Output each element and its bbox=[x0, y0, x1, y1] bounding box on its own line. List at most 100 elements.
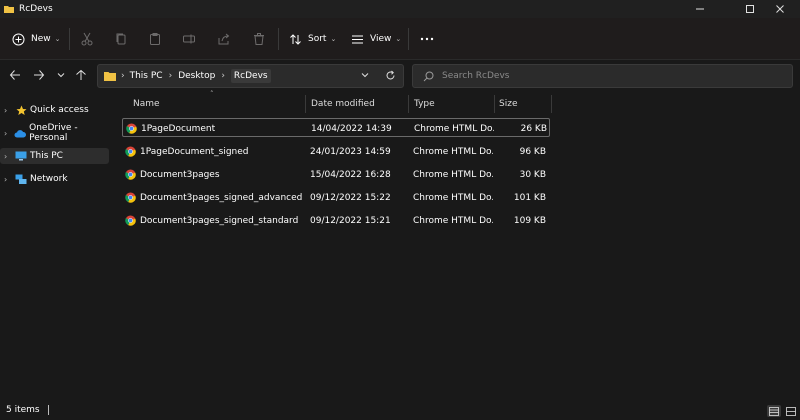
address-dropdown-button[interactable] bbox=[360, 70, 370, 80]
sidebar-item-quick-access[interactable]: › Quick access bbox=[0, 102, 109, 118]
address-bar[interactable]: › This PC › Desktop › RcDevs bbox=[97, 64, 404, 88]
search-icon bbox=[423, 71, 434, 81]
recent-locations-button[interactable] bbox=[52, 66, 70, 84]
file-date: 24/01/2023 14:59 bbox=[310, 146, 391, 157]
computer-icon bbox=[15, 150, 27, 162]
sidebar-item-onedrive[interactable]: › OneDrive - Personal bbox=[0, 123, 109, 143]
file-date: 09/12/2022 15:21 bbox=[310, 215, 391, 226]
chevron-down-icon: ⌄ bbox=[330, 35, 337, 43]
status-bar: 5 items bbox=[0, 400, 800, 420]
star-icon bbox=[15, 104, 27, 116]
file-row[interactable]: Document3pages_signed_standard 09/12/202… bbox=[122, 211, 550, 230]
file-type: Chrome HTML Do... bbox=[413, 215, 493, 226]
column-divider[interactable] bbox=[305, 95, 306, 113]
cloud-icon bbox=[14, 127, 27, 139]
trash-icon bbox=[254, 33, 264, 45]
plus-circle-icon bbox=[12, 33, 25, 45]
arrow-left-icon bbox=[9, 70, 20, 80]
status-divider bbox=[47, 405, 49, 415]
file-size: 101 KB bbox=[513, 192, 546, 203]
large-icons-view-icon bbox=[786, 406, 796, 416]
close-button[interactable] bbox=[760, 0, 800, 18]
chevron-right-icon: › bbox=[4, 105, 8, 115]
breadcrumb-desktop[interactable]: Desktop bbox=[178, 71, 215, 81]
maximize-icon bbox=[746, 5, 754, 13]
file-size: 26 KB bbox=[520, 123, 547, 134]
view-list-icon bbox=[352, 35, 363, 43]
folder-icon bbox=[104, 72, 116, 81]
sidebar-item-label: Network bbox=[30, 174, 68, 184]
sidebar-item-label: OneDrive - Personal bbox=[29, 123, 78, 143]
chevron-right-icon: › bbox=[4, 128, 8, 138]
chrome-icon bbox=[125, 211, 136, 230]
file-date: 09/12/2022 15:22 bbox=[310, 192, 391, 203]
file-date: 14/04/2022 14:39 bbox=[311, 123, 392, 134]
share-button[interactable] bbox=[217, 28, 231, 50]
sidebar-item-label: This PC bbox=[30, 151, 63, 161]
file-list: ˄ Name Date modified Type Size 1PageDocu… bbox=[122, 90, 800, 400]
file-row[interactable]: 1PageDocument_signed 24/01/2023 14:59 Ch… bbox=[122, 142, 550, 161]
chevron-down-icon: ⌄ bbox=[395, 35, 402, 43]
arrow-right-icon bbox=[34, 70, 45, 80]
file-row[interactable]: Document3pages_signed_advanced 09/12/202… bbox=[122, 188, 550, 207]
file-row[interactable]: 1PageDocument 14/04/2022 14:39 Chrome HT… bbox=[122, 118, 550, 137]
new-button[interactable]: New ⌄ bbox=[12, 28, 61, 50]
file-size: 96 KB bbox=[519, 146, 546, 157]
command-bar: New ⌄ Sort ⌄ View ⌄ bbox=[0, 18, 800, 60]
refresh-icon bbox=[386, 70, 395, 80]
file-date: 15/04/2022 16:28 bbox=[310, 169, 391, 180]
file-name: 1PageDocument bbox=[141, 123, 216, 134]
column-divider[interactable] bbox=[494, 95, 495, 113]
column-header-size[interactable]: Size bbox=[499, 95, 551, 113]
copy-button[interactable] bbox=[114, 28, 128, 50]
delete-button[interactable] bbox=[252, 28, 266, 50]
clipboard-icon bbox=[150, 33, 160, 45]
window-title: RcDevs bbox=[19, 4, 53, 14]
sort-button[interactable]: Sort ⌄ bbox=[289, 28, 336, 50]
file-row[interactable]: Document3pages 15/04/2022 16:28 Chrome H… bbox=[122, 165, 550, 184]
back-button[interactable] bbox=[6, 66, 24, 84]
new-button-label: New bbox=[31, 34, 51, 44]
arrow-up-icon bbox=[76, 69, 86, 80]
rename-button[interactable] bbox=[182, 28, 196, 50]
search-box[interactable] bbox=[412, 64, 793, 88]
view-button[interactable]: View ⌄ bbox=[351, 28, 401, 50]
chevron-right-icon: › bbox=[4, 151, 8, 161]
copy-icon bbox=[116, 33, 126, 45]
file-type: Chrome HTML Do... bbox=[414, 123, 494, 134]
sort-button-label: Sort bbox=[308, 34, 327, 44]
paste-button[interactable] bbox=[148, 28, 162, 50]
column-header-name[interactable]: Name bbox=[133, 95, 305, 113]
folder-icon bbox=[4, 6, 14, 13]
see-more-button[interactable] bbox=[420, 28, 434, 50]
cut-button[interactable] bbox=[80, 28, 94, 50]
breadcrumb-rcdevs[interactable]: RcDevs bbox=[230, 69, 271, 83]
refresh-button[interactable] bbox=[385, 70, 396, 81]
toolbar-divider bbox=[69, 28, 70, 50]
column-divider[interactable] bbox=[551, 95, 552, 113]
file-name: Document3pages_signed_standard bbox=[140, 215, 299, 226]
column-divider[interactable] bbox=[408, 95, 409, 113]
forward-button[interactable] bbox=[30, 66, 48, 84]
column-header-type[interactable]: Type bbox=[414, 95, 494, 113]
breadcrumb-this-pc[interactable]: This PC bbox=[130, 71, 163, 81]
view-button-label: View bbox=[370, 34, 392, 44]
file-name: 1PageDocument_signed bbox=[140, 146, 249, 157]
column-header-date[interactable]: Date modified bbox=[311, 95, 407, 113]
scissors-icon bbox=[81, 32, 93, 46]
large-icons-view-button[interactable] bbox=[784, 405, 798, 417]
minimize-button[interactable] bbox=[680, 0, 720, 18]
chrome-icon bbox=[125, 188, 136, 207]
up-button[interactable] bbox=[72, 66, 90, 84]
rename-icon bbox=[183, 34, 195, 44]
file-type: Chrome HTML Do... bbox=[413, 169, 493, 180]
sidebar-item-label: Quick access bbox=[30, 105, 89, 115]
sidebar-item-this-pc[interactable]: › This PC bbox=[0, 148, 109, 164]
search-input[interactable] bbox=[442, 71, 772, 81]
chrome-icon bbox=[126, 119, 137, 138]
navigation-pane: › Quick access › OneDrive - Personal › T… bbox=[0, 96, 112, 400]
details-view-button[interactable] bbox=[767, 405, 781, 417]
file-name: Document3pages bbox=[140, 169, 220, 180]
sidebar-item-network[interactable]: › Network bbox=[0, 171, 109, 187]
chevron-down-icon bbox=[57, 73, 65, 78]
